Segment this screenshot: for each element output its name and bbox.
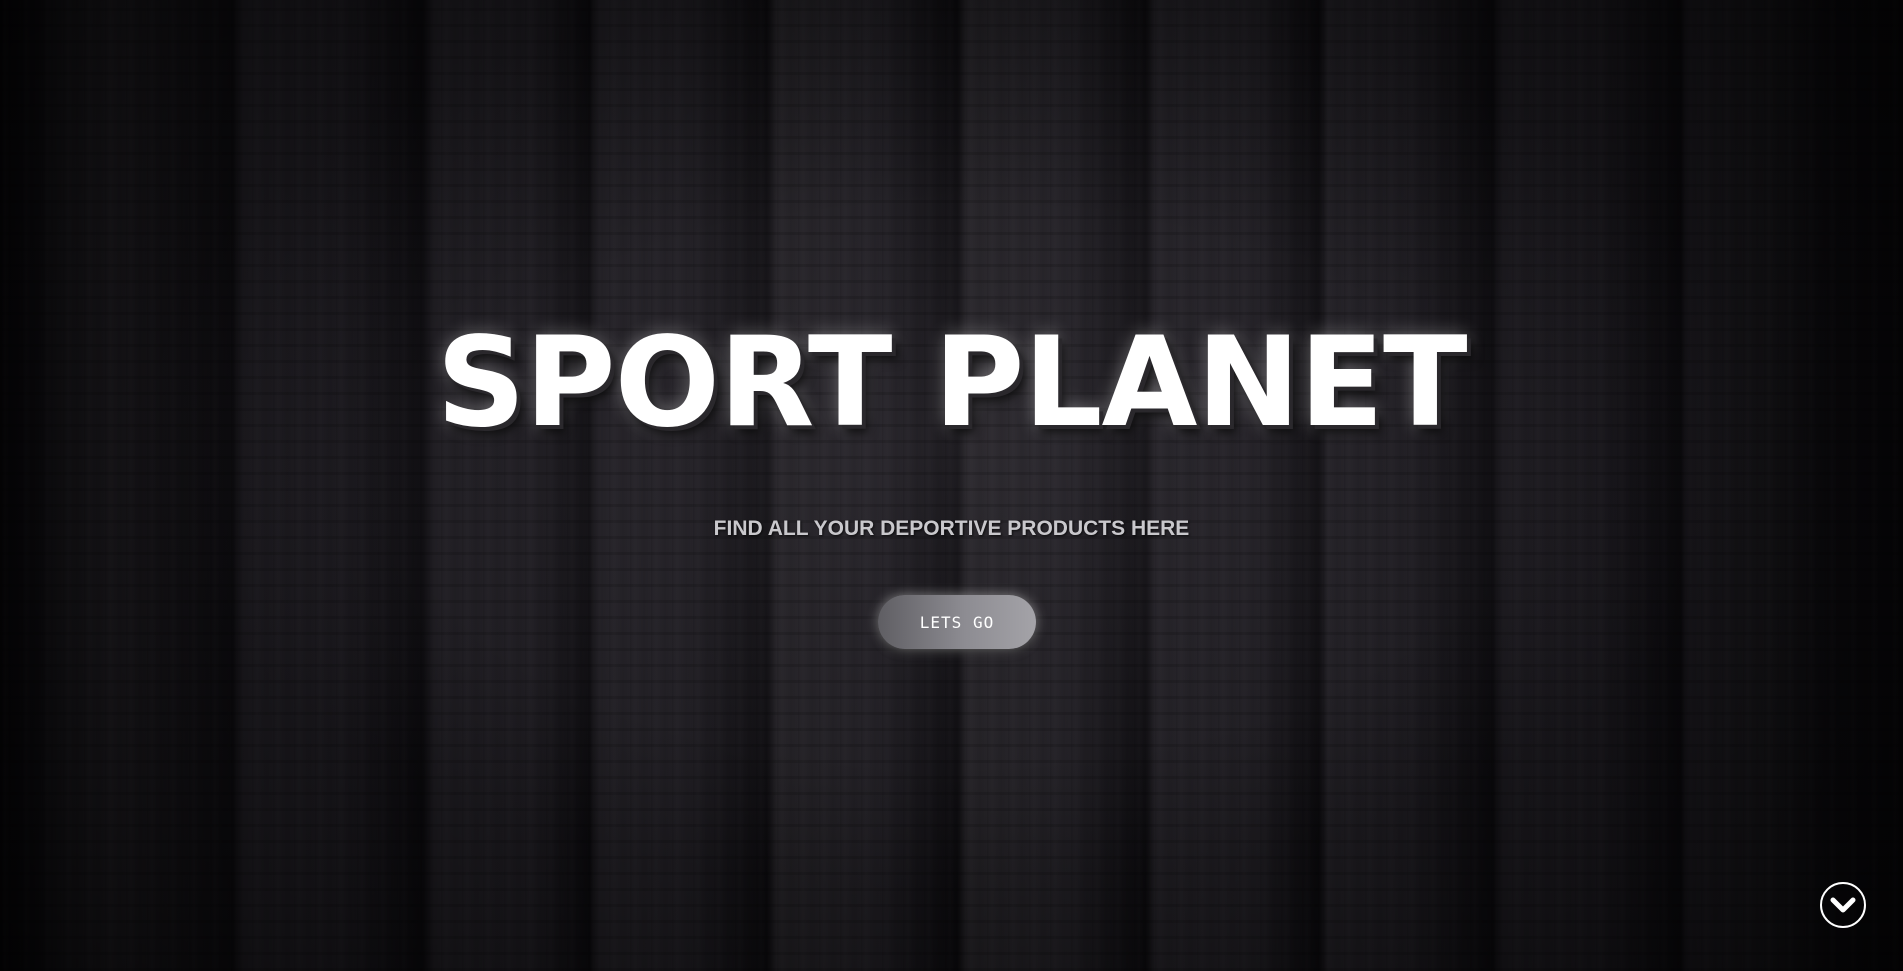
hero-subtitle: FIND ALL YOUR DEPORTIVE PRODUCTS HERE	[713, 517, 1190, 540]
scroll-down-button[interactable]	[1820, 882, 1866, 928]
chevron-down-icon	[1830, 895, 1856, 915]
hero-section: SPORT PLANET FIND ALL YOUR DEPORTIVE PRO…	[0, 0, 1903, 971]
hero-title: SPORT PLANET	[436, 311, 1467, 455]
lets-go-button[interactable]: LETS GO	[878, 595, 1036, 649]
hero-content: SPORT PLANET FIND ALL YOUR DEPORTIVE PRO…	[0, 0, 1903, 971]
